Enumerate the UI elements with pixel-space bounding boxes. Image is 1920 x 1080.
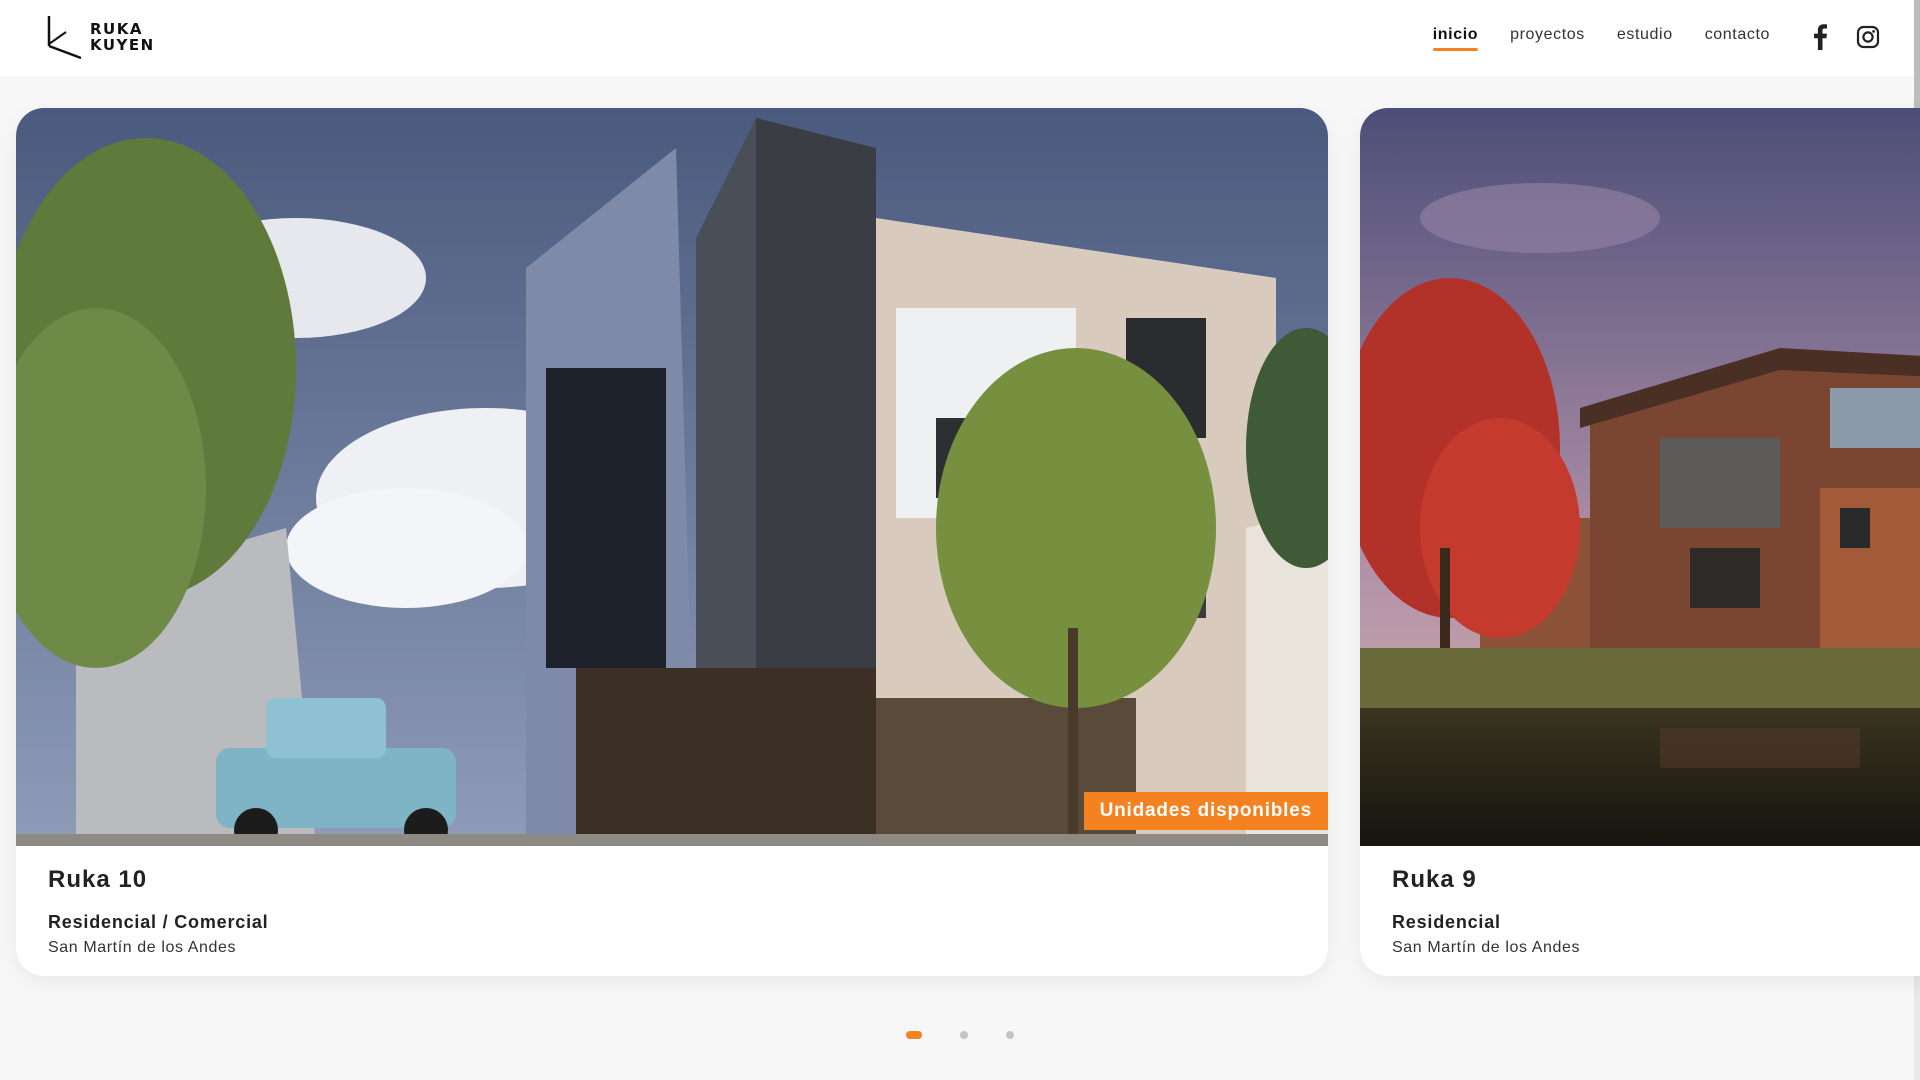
carousel-dot-1[interactable] <box>906 1031 922 1039</box>
facebook-icon[interactable] <box>1812 24 1828 50</box>
project-image-ruka-9[interactable] <box>1360 108 1920 846</box>
project-image-ruka-10[interactable] <box>16 108 1328 846</box>
logo[interactable]: RUKA KUYEN <box>46 14 155 60</box>
building-rendering-image <box>1360 108 1920 846</box>
scrollbar-thumb[interactable] <box>1914 0 1920 108</box>
instagram-icon[interactable] <box>1856 25 1880 49</box>
nav-item-contacto[interactable]: contacto <box>1705 26 1770 48</box>
nav-item-inicio[interactable]: inicio <box>1432 26 1479 51</box>
carousel-pagination <box>906 1031 1014 1039</box>
carousel-dot-2[interactable] <box>960 1031 968 1039</box>
project-type: Residencial <box>1392 912 1501 932</box>
project-title: Ruka 10 <box>48 866 148 893</box>
k-logo-icon <box>47 16 82 60</box>
site-header: RUKA KUYEN inicio proyectos estudio cont… <box>0 0 1920 76</box>
nav-item-proyectos[interactable]: proyectos <box>1510 26 1585 48</box>
project-type: Residencial / Comercial <box>48 912 269 932</box>
brand-name: RUKA KUYEN <box>90 21 155 53</box>
project-card-ruka-9[interactable]: Ruka 9 Residencial San Martín de los And… <box>1360 108 1920 976</box>
brand-line-1: RUKA <box>90 20 143 38</box>
project-location: San Martín de los Andes <box>1392 939 1581 956</box>
project-location: San Martín de los Andes <box>48 939 237 956</box>
main-nav: inicio proyectos estudio contacto <box>1432 26 1770 51</box>
availability-badge: Unidades disponibles <box>1083 792 1328 830</box>
social-links <box>1812 24 1880 50</box>
brand-line-2: KUYEN <box>90 36 155 54</box>
project-title: Ruka 9 <box>1392 866 1477 893</box>
building-rendering-image <box>16 108 1328 846</box>
carousel-dot-3[interactable] <box>1006 1031 1014 1039</box>
nav-item-estudio[interactable]: estudio <box>1617 26 1673 48</box>
project-info: Ruka 10 Residencial / Comercial San Mart… <box>48 866 269 957</box>
project-card-ruka-10[interactable]: Unidades disponibles Ruka 10 Residencial… <box>16 108 1328 976</box>
project-info: Ruka 9 Residencial San Martín de los And… <box>1392 866 1580 957</box>
